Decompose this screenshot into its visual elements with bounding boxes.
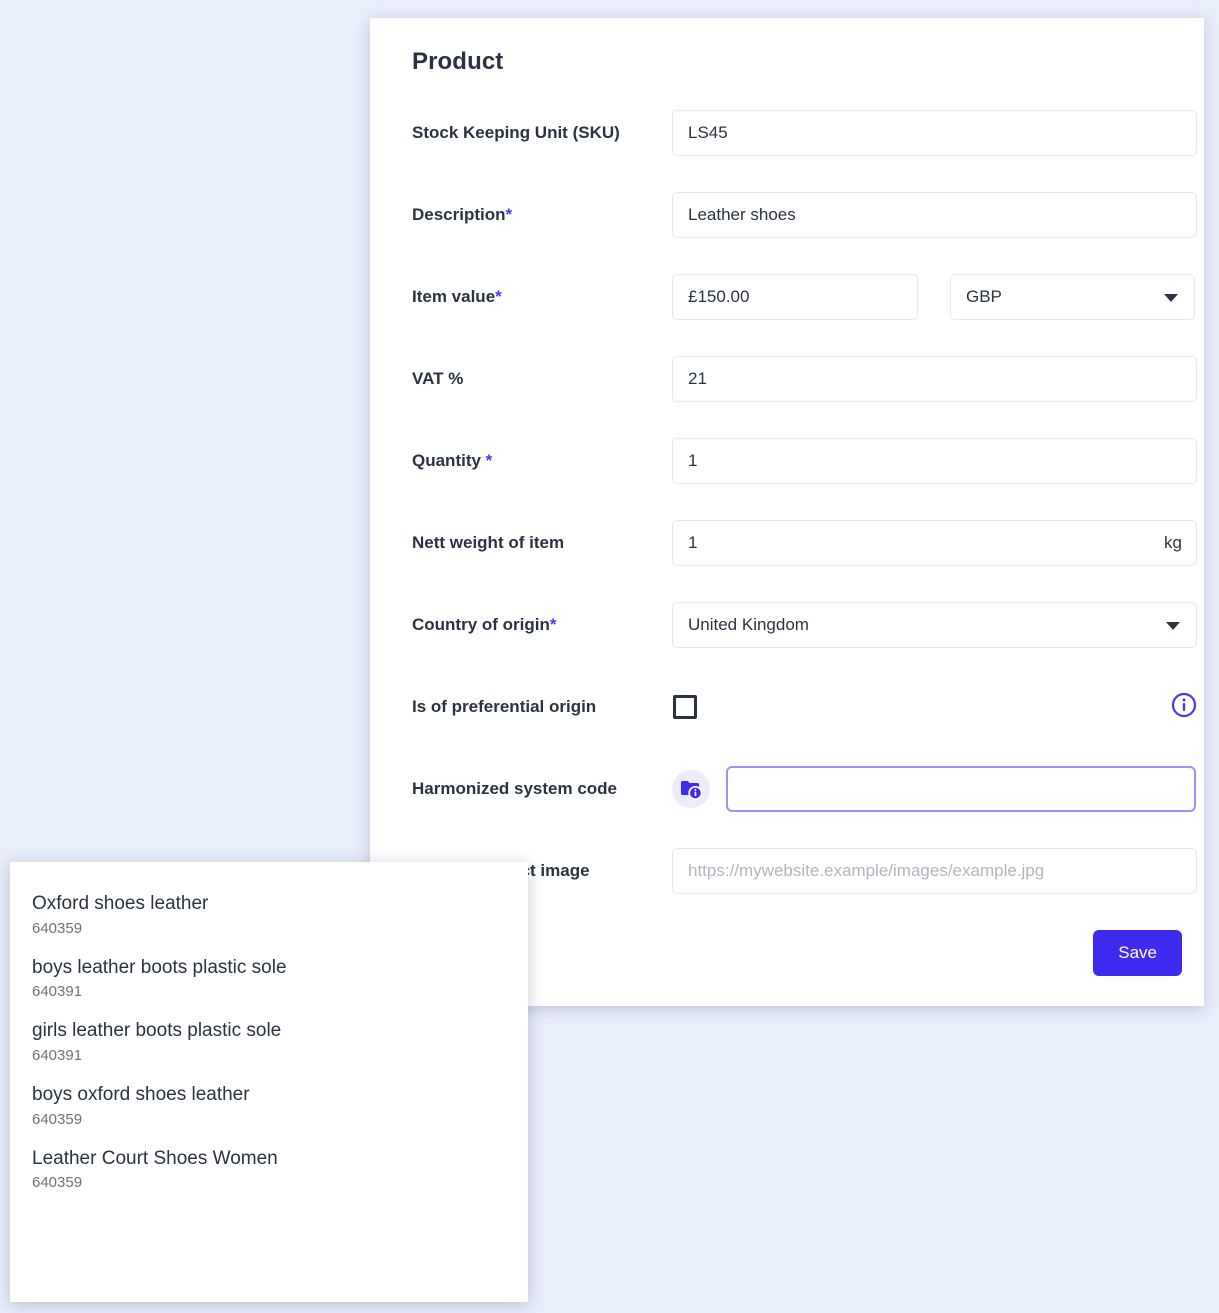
card-footer: Save — [1093, 930, 1182, 976]
nett-weight-input-wrap: kg — [672, 520, 1197, 566]
hs-code-input[interactable] — [726, 766, 1196, 812]
list-item[interactable]: girls leather boots plastic sole 640391 — [10, 1009, 528, 1073]
label-item-value: Item value* — [392, 274, 672, 310]
field-row-quantity: Quantity * — [392, 438, 1182, 520]
description-input-wrap — [672, 192, 1197, 238]
label-quantity: Quantity * — [392, 438, 672, 474]
field-control-sku — [672, 110, 1197, 156]
suggestion-code: 640391 — [32, 983, 506, 1000]
field-row-country-of-origin: Country of origin* United Kingdom — [392, 602, 1182, 684]
quantity-input-wrap — [672, 438, 1197, 484]
field-control-vat — [672, 356, 1197, 402]
country-of-origin-value: United Kingdom — [688, 615, 809, 635]
label-country-of-origin-text: Country of origin — [412, 615, 550, 634]
product-image-input[interactable] — [672, 848, 1197, 894]
list-item[interactable]: boys leather boots plastic sole 640391 — [10, 946, 528, 1010]
item-value-input[interactable] — [672, 274, 918, 320]
country-of-origin-select[interactable]: United Kingdom — [672, 602, 1197, 648]
field-row-item-value: Item value* GBP — [392, 274, 1182, 356]
product-form-body: Product Stock Keeping Unit (SKU) Descrip… — [370, 18, 1204, 930]
field-control-hs-code — [672, 766, 1196, 812]
list-item[interactable]: boys oxford shoes leather 640359 — [10, 1073, 528, 1137]
suggestion-code: 640359 — [32, 1111, 506, 1128]
required-asterisk-item-value: * — [495, 287, 502, 306]
chevron-down-icon — [1166, 622, 1180, 630]
vat-input-wrap — [672, 356, 1197, 402]
field-row-nett-weight: Nett weight of item kg — [392, 520, 1182, 602]
sku-input-wrap — [672, 110, 1197, 156]
nett-weight-input[interactable] — [672, 520, 1197, 566]
label-item-value-text: Item value — [412, 287, 495, 306]
field-row-hs-code: Harmonized system code — [392, 766, 1182, 848]
page-title: Product — [412, 48, 1182, 76]
chevron-down-icon — [1164, 294, 1178, 302]
label-vat: VAT % — [392, 356, 672, 392]
save-button[interactable]: Save — [1093, 930, 1182, 976]
description-input[interactable] — [672, 192, 1197, 238]
label-quantity-text: Quantity — [412, 451, 486, 470]
product-form-card: Product Stock Keeping Unit (SKU) Descrip… — [370, 18, 1204, 1006]
field-control-country-of-origin: United Kingdom — [672, 602, 1197, 648]
label-preferential-origin: Is of preferential origin — [392, 684, 672, 720]
field-row-description: Description* — [392, 192, 1182, 274]
field-control-preferential-origin — [672, 684, 1197, 730]
currency-select-value: GBP — [966, 287, 1002, 307]
label-description-text: Description — [412, 205, 506, 224]
item-value-input-wrap — [672, 274, 918, 320]
suggestion-title: boys oxford shoes leather — [32, 1082, 506, 1108]
field-control-item-value: GBP — [672, 274, 1195, 320]
sku-input[interactable] — [672, 110, 1197, 156]
suggestion-title: boys leather boots plastic sole — [32, 955, 506, 981]
label-description: Description* — [392, 192, 672, 228]
suggestion-code: 640359 — [32, 920, 506, 937]
field-control-quantity — [672, 438, 1197, 484]
list-item[interactable]: Leather Court Shoes Women 640359 — [10, 1137, 528, 1201]
preferential-origin-checkbox[interactable] — [673, 695, 697, 719]
folder-info-icon[interactable] — [672, 770, 710, 808]
required-asterisk-description: * — [506, 205, 513, 224]
label-nett-weight: Nett weight of item — [392, 520, 672, 556]
info-circle-icon[interactable] — [1171, 692, 1197, 723]
field-control-nett-weight: kg — [672, 520, 1197, 566]
label-sku: Stock Keeping Unit (SKU) — [392, 110, 672, 146]
quantity-input[interactable] — [672, 438, 1197, 484]
product-image-input-wrap — [672, 848, 1197, 894]
suggestion-code: 640359 — [32, 1174, 506, 1191]
required-asterisk-quantity: * — [486, 451, 493, 470]
suggestion-title: girls leather boots plastic sole — [32, 1018, 506, 1044]
list-item[interactable]: Oxford shoes leather 640359 — [10, 882, 528, 946]
field-control-description — [672, 192, 1197, 238]
suggestion-title: Oxford shoes leather — [32, 891, 506, 917]
label-country-of-origin: Country of origin* — [392, 602, 672, 638]
suggestion-title: Leather Court Shoes Women — [32, 1146, 506, 1172]
preferential-origin-control-group — [672, 684, 1197, 730]
field-row-sku: Stock Keeping Unit (SKU) — [392, 110, 1182, 192]
label-hs-code: Harmonized system code — [392, 766, 672, 802]
field-control-product-image — [672, 848, 1197, 894]
field-row-vat: VAT % — [392, 356, 1182, 438]
currency-select[interactable]: GBP — [950, 274, 1195, 320]
suggestion-code: 640391 — [32, 1047, 506, 1064]
hs-code-suggestions-dropdown[interactable]: Oxford shoes leather 640359 boys leather… — [10, 862, 528, 1302]
vat-input[interactable] — [672, 356, 1197, 402]
required-asterisk-country-of-origin: * — [550, 615, 557, 634]
field-row-preferential-origin: Is of preferential origin — [392, 684, 1182, 766]
